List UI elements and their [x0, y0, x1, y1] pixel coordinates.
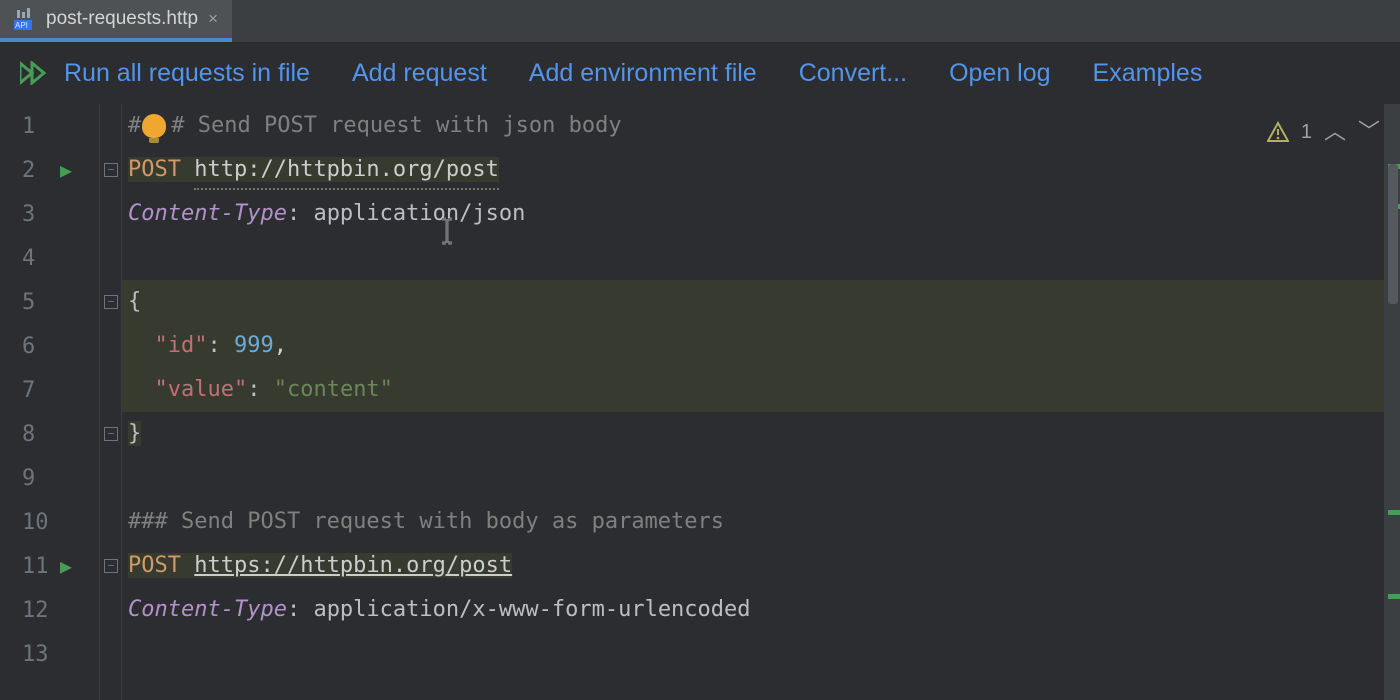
line-number: 3 — [22, 202, 35, 227]
add-env-button[interactable]: Add environment file — [529, 59, 757, 88]
line-number: 10 — [22, 510, 49, 535]
fold-icon[interactable]: − — [104, 163, 118, 177]
line-number: 13 — [22, 642, 49, 667]
warning-icon[interactable] — [1267, 121, 1289, 143]
examples-button[interactable]: Examples — [1093, 59, 1203, 88]
line-number: 9 — [22, 466, 35, 491]
fold-icon[interactable]: − — [104, 559, 118, 573]
code-editor[interactable]: 1 2 ▶ 3 4 5 6 7 8 9 10 11 ▶ 12 13 − − − … — [0, 104, 1400, 700]
open-log-button[interactable]: Open log — [949, 59, 1050, 88]
fold-icon[interactable]: − — [104, 295, 118, 309]
editor-tab[interactable]: API post-requests.http × — [0, 0, 232, 42]
tab-bar: API post-requests.http × — [0, 0, 1400, 42]
tab-filename: post-requests.http — [46, 8, 198, 30]
code-content[interactable]: ## Send POST request with json body POST… — [122, 104, 1400, 700]
scrollbar-thumb[interactable] — [1388, 164, 1398, 304]
line-number: 6 — [22, 334, 35, 359]
line-number-gutter: 1 2 ▶ 3 4 5 6 7 8 9 10 11 ▶ 12 13 — [0, 104, 100, 700]
run-request-icon[interactable]: ▶ — [60, 158, 72, 182]
fold-icon[interactable]: − — [104, 427, 118, 441]
line-number: 2 — [22, 158, 35, 183]
inspection-count: 1 — [1301, 110, 1312, 154]
chevron-up-icon[interactable]: ︿ — [1324, 110, 1346, 154]
line-number: 5 — [22, 290, 35, 315]
chevron-down-icon[interactable]: ﹀ — [1358, 110, 1380, 154]
line-number: 11 — [22, 554, 49, 579]
scrollbar[interactable] — [1384, 104, 1400, 700]
line-number: 12 — [22, 598, 49, 623]
run-all-icon — [20, 61, 50, 85]
http-toolbar: Run all requests in file Add request Add… — [0, 42, 1400, 104]
run-all-button[interactable]: Run all requests in file — [20, 59, 310, 88]
bulb-icon[interactable] — [142, 114, 166, 138]
scrollbar-mark — [1388, 594, 1400, 599]
line-number: 4 — [22, 246, 35, 271]
line-number: 1 — [22, 114, 35, 139]
convert-button[interactable]: Convert... — [799, 59, 907, 88]
run-all-label: Run all requests in file — [64, 59, 310, 88]
fold-gutter: − − − − — [100, 104, 122, 700]
run-request-icon[interactable]: ▶ — [60, 554, 72, 578]
close-icon[interactable]: × — [208, 9, 218, 29]
line-number: 8 — [22, 422, 35, 447]
add-request-button[interactable]: Add request — [352, 59, 487, 88]
svg-text:API: API — [15, 21, 28, 30]
inspection-overlay: 1 ︿ ﹀ — [1267, 110, 1380, 154]
http-file-icon: API — [14, 8, 36, 30]
scrollbar-mark — [1388, 510, 1400, 515]
line-number: 7 — [22, 378, 35, 403]
